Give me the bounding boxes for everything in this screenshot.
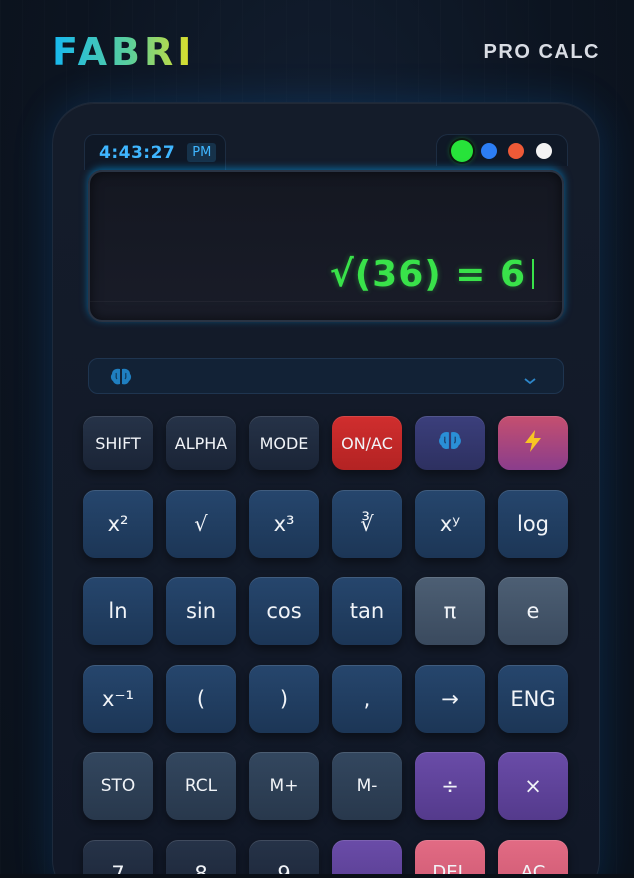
key-pi[interactable]: π xyxy=(415,577,485,645)
key-subtract[interactable]: - xyxy=(332,840,402,878)
key-power[interactable]: xʸ xyxy=(415,490,485,558)
expression-text: √(36) = 6 xyxy=(329,254,526,295)
key-ai-brain[interactable] xyxy=(415,416,485,470)
key-square[interactable]: x² xyxy=(83,490,153,558)
key-m-plus[interactable]: M+ xyxy=(249,752,319,820)
key-ln[interactable]: ln xyxy=(83,577,153,645)
theme-dot-green[interactable] xyxy=(451,140,473,162)
display-expression: √(36) = 6 xyxy=(330,254,534,295)
key-ac[interactable]: AC xyxy=(498,840,568,878)
calculator-display: √(36) = 6 xyxy=(88,170,564,322)
key-close-paren[interactable]: ) xyxy=(249,665,319,733)
key-shift[interactable]: SHIFT xyxy=(83,416,153,470)
key-9[interactable]: 9 xyxy=(249,840,319,878)
key-comma[interactable]: , xyxy=(332,665,402,733)
key-eng[interactable]: ENG xyxy=(498,665,568,733)
clock-ampm: PM xyxy=(187,143,217,162)
key-cube[interactable]: x³ xyxy=(249,490,319,558)
brain-icon xyxy=(109,367,133,391)
theme-selector xyxy=(436,134,568,166)
key-arrow[interactable]: → xyxy=(415,665,485,733)
key-reciprocal[interactable]: x⁻¹ xyxy=(83,665,153,733)
text-cursor xyxy=(532,259,534,289)
clock-time: 4:43:27 xyxy=(99,142,176,163)
key-alpha[interactable]: ALPHA xyxy=(166,416,236,470)
key-quick-bolt[interactable] xyxy=(498,416,568,470)
theme-dot-white[interactable] xyxy=(536,143,552,159)
key-cbrt[interactable]: ∛ xyxy=(332,490,402,558)
key-rcl[interactable]: RCL xyxy=(166,752,236,820)
key-8[interactable]: 8 xyxy=(166,840,236,878)
chevron-down-icon xyxy=(523,371,537,390)
key-tan[interactable]: tan xyxy=(332,577,402,645)
brain-icon xyxy=(437,430,463,456)
theme-dot-orange[interactable] xyxy=(508,143,524,159)
key-m-minus[interactable]: M- xyxy=(332,752,402,820)
app-subtitle: PRO CALC xyxy=(483,41,600,63)
theme-dot-blue[interactable] xyxy=(481,143,497,159)
key-on-ac[interactable]: ON/AC xyxy=(332,416,402,470)
ai-assistant-dropdown[interactable] xyxy=(88,358,564,394)
key-sqrt[interactable]: √ xyxy=(166,490,236,558)
key-sin[interactable]: sin xyxy=(166,577,236,645)
key-7[interactable]: 7 xyxy=(83,840,153,878)
key-e[interactable]: e xyxy=(498,577,568,645)
key-open-paren[interactable]: ( xyxy=(166,665,236,733)
key-cos[interactable]: cos xyxy=(249,577,319,645)
key-multiply[interactable]: × xyxy=(498,752,568,820)
key-divide[interactable]: ÷ xyxy=(415,752,485,820)
key-mode[interactable]: MODE xyxy=(249,416,319,470)
key-sto[interactable]: STO xyxy=(83,752,153,820)
brand-logo: FABRI xyxy=(52,30,196,74)
key-log[interactable]: log xyxy=(498,490,568,558)
page-bottom-edge xyxy=(0,874,634,878)
bolt-icon xyxy=(522,429,544,457)
key-del[interactable]: DEL xyxy=(415,840,485,878)
clock-display: 4:43:27 PM xyxy=(84,134,226,170)
